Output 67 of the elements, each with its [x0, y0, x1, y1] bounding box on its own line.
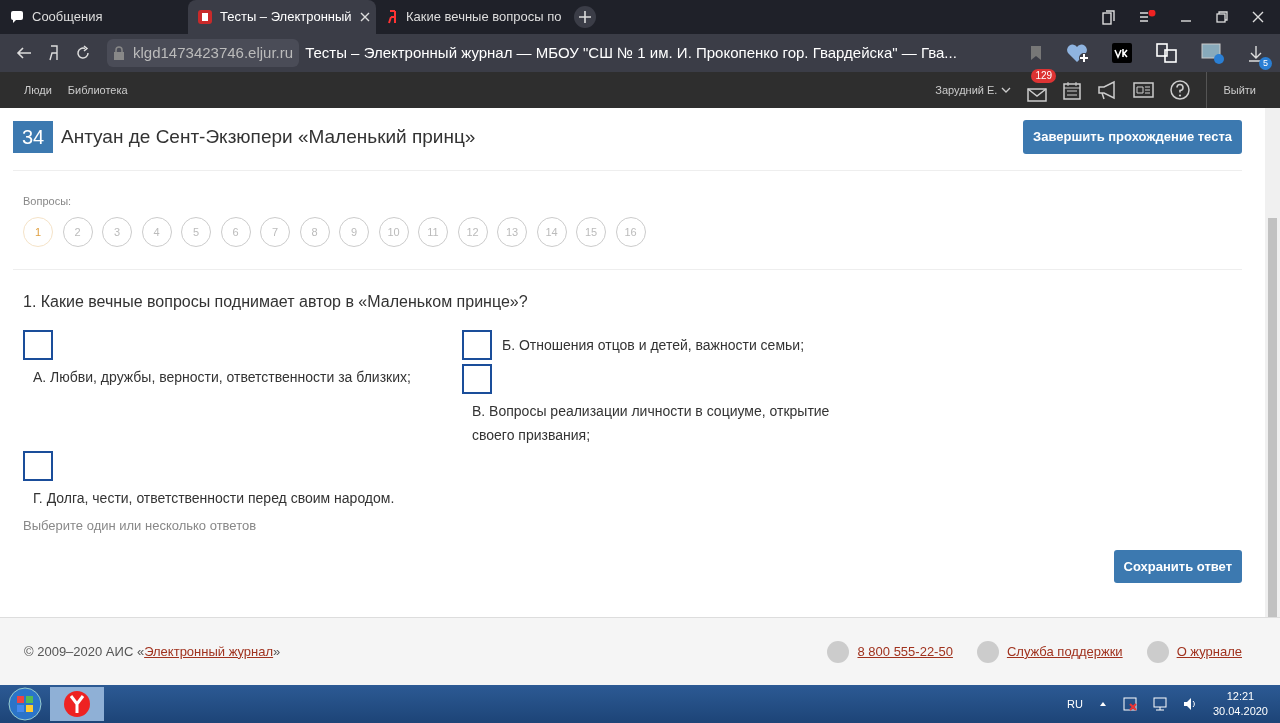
- browser-tab[interactable]: Сообщения: [0, 0, 188, 34]
- close-icon[interactable]: [359, 12, 370, 22]
- monitor-icon[interactable]: [1152, 697, 1167, 711]
- reload-icon[interactable]: [76, 45, 91, 61]
- mail-icon[interactable]: [1027, 87, 1048, 102]
- clock-date[interactable]: 30.04.2020: [1212, 704, 1268, 719]
- questions-label: Вопросы:: [23, 193, 73, 209]
- network-icon[interactable]: [1122, 697, 1137, 711]
- checkbox[interactable]: [23, 451, 53, 481]
- phone-link[interactable]: 8 800 555-22-50: [857, 641, 953, 662]
- speaker-icon[interactable]: [1182, 697, 1197, 711]
- answer-option: А. Любви, дружбы, верности, ответственности за близких;: [23, 360, 423, 389]
- nav-link[interactable]: Люди: [24, 81, 52, 99]
- save-answer-button[interactable]: Сохранить ответ: [1113, 549, 1242, 583]
- browser-logo-icon[interactable]: [48, 45, 60, 61]
- copyright-text: © 2009–2020 АИС «Электронный журнал»: [24, 642, 281, 661]
- test-number: 34: [13, 120, 53, 153]
- checkbox[interactable]: [462, 364, 492, 394]
- journal-link[interactable]: Электронный журнал: [144, 643, 274, 659]
- megaphone-icon[interactable]: [1097, 80, 1118, 100]
- browser-tab[interactable]: Тесты – Электронный: [188, 0, 376, 34]
- restore-icon[interactable]: [1216, 11, 1228, 23]
- letter-icon: [386, 10, 398, 24]
- hint-text: Выберите один или несколько ответов: [23, 517, 258, 535]
- clock-time[interactable]: 12:21: [1212, 689, 1268, 704]
- checkbox[interactable]: [462, 330, 492, 360]
- page-title: Тесты – Электронный журнал — МБОУ "СШ № 1 им. И. Прокопенко гор. Гвардейска" — Гва...: [305, 42, 957, 63]
- calendar-icon[interactable]: [1063, 80, 1082, 100]
- browser-taskbar-icon[interactable]: [50, 687, 104, 721]
- download-icon[interactable]: [1248, 45, 1264, 63]
- answer-option: Г. Долга, чести, ответственности перед своим народом.: [23, 481, 423, 510]
- vk-icon[interactable]: [1112, 43, 1132, 63]
- download-count: 5: [1259, 57, 1272, 71]
- test-title: Антуан де Сент-Экзюпери «Маленький принц»: [61, 124, 476, 149]
- bookmark-icon[interactable]: [1030, 45, 1042, 61]
- chat-icon: [10, 10, 24, 24]
- nav-link[interactable]: Библиотека: [67, 81, 128, 99]
- back-icon[interactable]: [16, 45, 32, 61]
- language-indicator[interactable]: RU: [1067, 695, 1083, 713]
- up-arrow-icon[interactable]: [1098, 700, 1107, 708]
- heart-plus-icon[interactable]: [1066, 43, 1088, 63]
- start-button-icon[interactable]: [8, 687, 42, 721]
- user-menu[interactable]: Зарудний Е.: [935, 81, 1012, 99]
- question-number[interactable]: 1: [23, 217, 53, 247]
- bookmarks-icon[interactable]: [1101, 9, 1115, 25]
- menu-icon[interactable]: [1139, 10, 1156, 24]
- browser-tab[interactable]: Какие вечные вопросы по: [376, 0, 564, 34]
- document-icon: [198, 10, 212, 24]
- close-icon[interactable]: [1252, 11, 1264, 23]
- address-field[interactable]: klgd1473423746.eljur.ru: [107, 38, 300, 68]
- tab-title: Сообщения: [32, 8, 103, 27]
- picture-icon[interactable]: [1201, 42, 1224, 64]
- checkbox[interactable]: [23, 330, 53, 360]
- new-tab-icon[interactable]: [574, 6, 596, 28]
- tab-title: Тесты – Электронный: [220, 8, 352, 27]
- newspaper-icon[interactable]: [1133, 80, 1155, 100]
- support-link[interactable]: Служба поддержки: [1006, 641, 1123, 662]
- lock-icon: [113, 45, 125, 61]
- answer-option: В. Вопросы реализации личности в социуме, открытие своего призвания;: [462, 394, 862, 447]
- about-link[interactable]: О журнале: [1176, 641, 1242, 662]
- tab-title: Какие вечные вопросы по: [406, 8, 562, 27]
- translate-icon[interactable]: [1156, 43, 1177, 63]
- chevron-down-icon[interactable]: [1001, 86, 1012, 94]
- finish-test-button[interactable]: Завершить прохождение теста: [1023, 120, 1242, 154]
- scrollbar[interactable]: [1265, 108, 1280, 617]
- question-text: 1. Какие вечные вопросы поднимает автор в «Маленьком принце»?: [23, 292, 529, 312]
- answer-option: Б. Отношения отцов и детей, важности семьи;: [502, 333, 805, 357]
